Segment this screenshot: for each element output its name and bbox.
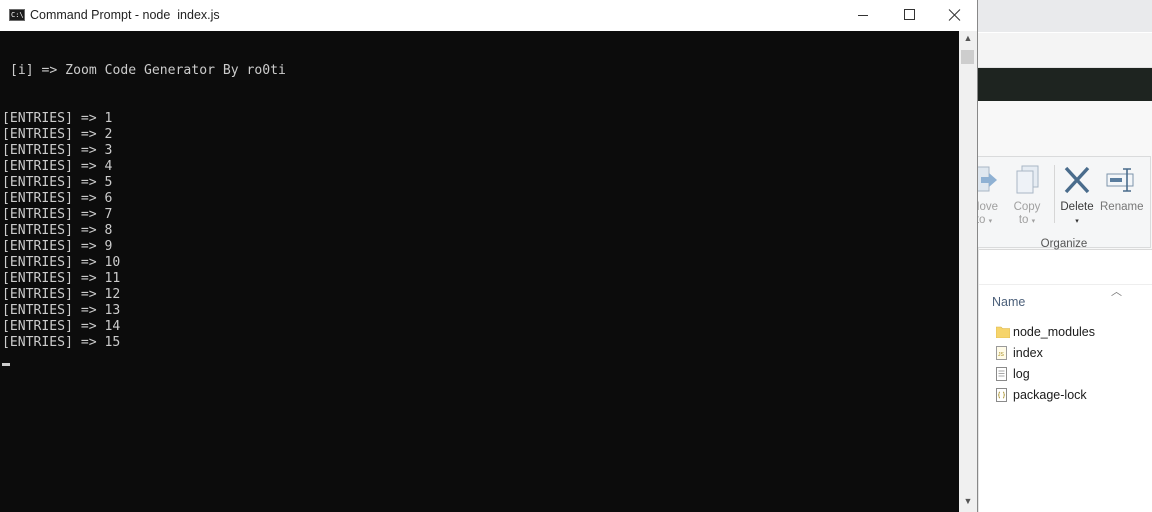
delete-label: Delete	[1060, 201, 1094, 213]
delete-x-icon	[1064, 166, 1090, 194]
console-line: [ENTRIES] => 12	[2, 287, 121, 302]
vertical-scrollbar[interactable]: ▲ ▼	[959, 31, 977, 512]
js-file-icon: JS	[996, 346, 1007, 360]
scroll-thumb[interactable]	[961, 50, 974, 64]
command-prompt-window[interactable]: C:\ Command Prompt - node index.js [i] =…	[0, 0, 978, 512]
maximize-button[interactable]	[886, 0, 932, 31]
list-item[interactable]: JS index	[996, 343, 1146, 364]
scroll-up-arrow-icon[interactable]: ▲	[959, 33, 977, 47]
console-line: [ENTRIES] => 14	[2, 319, 121, 334]
file-name: index	[1013, 346, 1043, 360]
console-line: [ENTRIES] => 15	[2, 335, 121, 350]
console-line: [ENTRIES] => 7	[2, 207, 113, 222]
console-line: [ENTRIES] => 13	[2, 303, 121, 318]
console-line: [ENTRIES] => 9	[2, 239, 113, 254]
organize-group-label: Organize	[1040, 238, 1088, 250]
explorer-banner	[978, 68, 1152, 170]
console-line: [ENTRIES] => 6	[2, 191, 113, 206]
maximize-icon	[904, 9, 915, 20]
json-file-icon	[996, 388, 1007, 402]
folder-icon	[996, 326, 1010, 338]
list-item[interactable]: log	[996, 364, 1146, 385]
header-divider	[978, 284, 1152, 285]
console-line: [ENTRIES] => 8	[2, 223, 113, 238]
name-column-header[interactable]: Name	[992, 295, 1025, 309]
console-output[interactable]: [i] => Zoom Code Generator By ro0ti [ENT…	[2, 31, 958, 512]
close-button[interactable]	[931, 0, 977, 31]
close-icon	[948, 9, 961, 21]
ribbon: Move to ▾ Copy to ▾ Delete ▾ Rename Orga…	[970, 101, 1152, 250]
copy-to-label-2: to	[1018, 214, 1029, 226]
copy-to-icon	[1016, 165, 1039, 194]
console-line: [ENTRIES] => 3	[2, 143, 113, 158]
sort-chevron-up-icon[interactable]: ︿	[1111, 283, 1122, 299]
rename-icon	[1106, 168, 1134, 192]
window-title: Command Prompt - node index.js	[30, 8, 220, 22]
console-line: [ENTRIES] => 4	[2, 159, 113, 174]
list-item[interactable]: node_modules	[996, 322, 1146, 343]
file-name: package-lock	[1013, 388, 1087, 402]
ribbon-group-organize: Move to ▾ Copy to ▾ Delete ▾ Rename Orga…	[970, 156, 1151, 250]
file-name: log	[1013, 367, 1030, 381]
file-list: node_modules JS index log package-lock	[996, 322, 1146, 406]
rename-button[interactable]: Rename	[1100, 161, 1144, 229]
entries-list: [ENTRIES] => 1 [ENTRIES] => 2 [ENTRIES] =>…	[2, 111, 120, 351]
scroll-down-arrow-icon[interactable]: ▼	[959, 496, 977, 510]
minimize-button[interactable]	[840, 0, 886, 31]
copy-to-button[interactable]: Copy to ▾	[1005, 161, 1049, 229]
explorer-nav-divider	[978, 248, 979, 512]
console-line: [ENTRIES] => 11	[2, 271, 121, 286]
copy-to-label-1: Copy	[1013, 201, 1041, 213]
console-line: [ENTRIES] => 5	[2, 175, 113, 190]
explorer-address-bar[interactable]	[978, 33, 1152, 68]
explorer-title-bar	[978, 0, 1152, 32]
cmd-app-icon[interactable]: C:\	[9, 9, 25, 21]
console-line: [ENTRIES] => 10	[2, 255, 121, 270]
cmd-title-bar[interactable]: C:\ Command Prompt - node index.js	[0, 0, 977, 31]
console-line: [ENTRIES] => 2	[2, 127, 113, 142]
file-name: node_modules	[1013, 325, 1096, 339]
text-file-icon	[996, 367, 1007, 381]
minimize-icon	[858, 15, 868, 16]
banner-line: [i] => Zoom Code Generator By ro0ti	[10, 63, 286, 78]
console-line: [ENTRIES] => 1	[2, 111, 113, 126]
list-item[interactable]: package-lock	[996, 385, 1146, 406]
cmd-icon-text: C:\	[11, 11, 24, 19]
rename-label: Rename	[1100, 201, 1144, 213]
file-explorer-window: Move to ▾ Copy to ▾ Delete ▾ Rename Orga…	[970, 0, 1152, 512]
delete-button[interactable]: Delete ▾	[1055, 161, 1099, 229]
text-cursor	[2, 363, 10, 366]
svg-text:JS: JS	[998, 352, 1005, 358]
